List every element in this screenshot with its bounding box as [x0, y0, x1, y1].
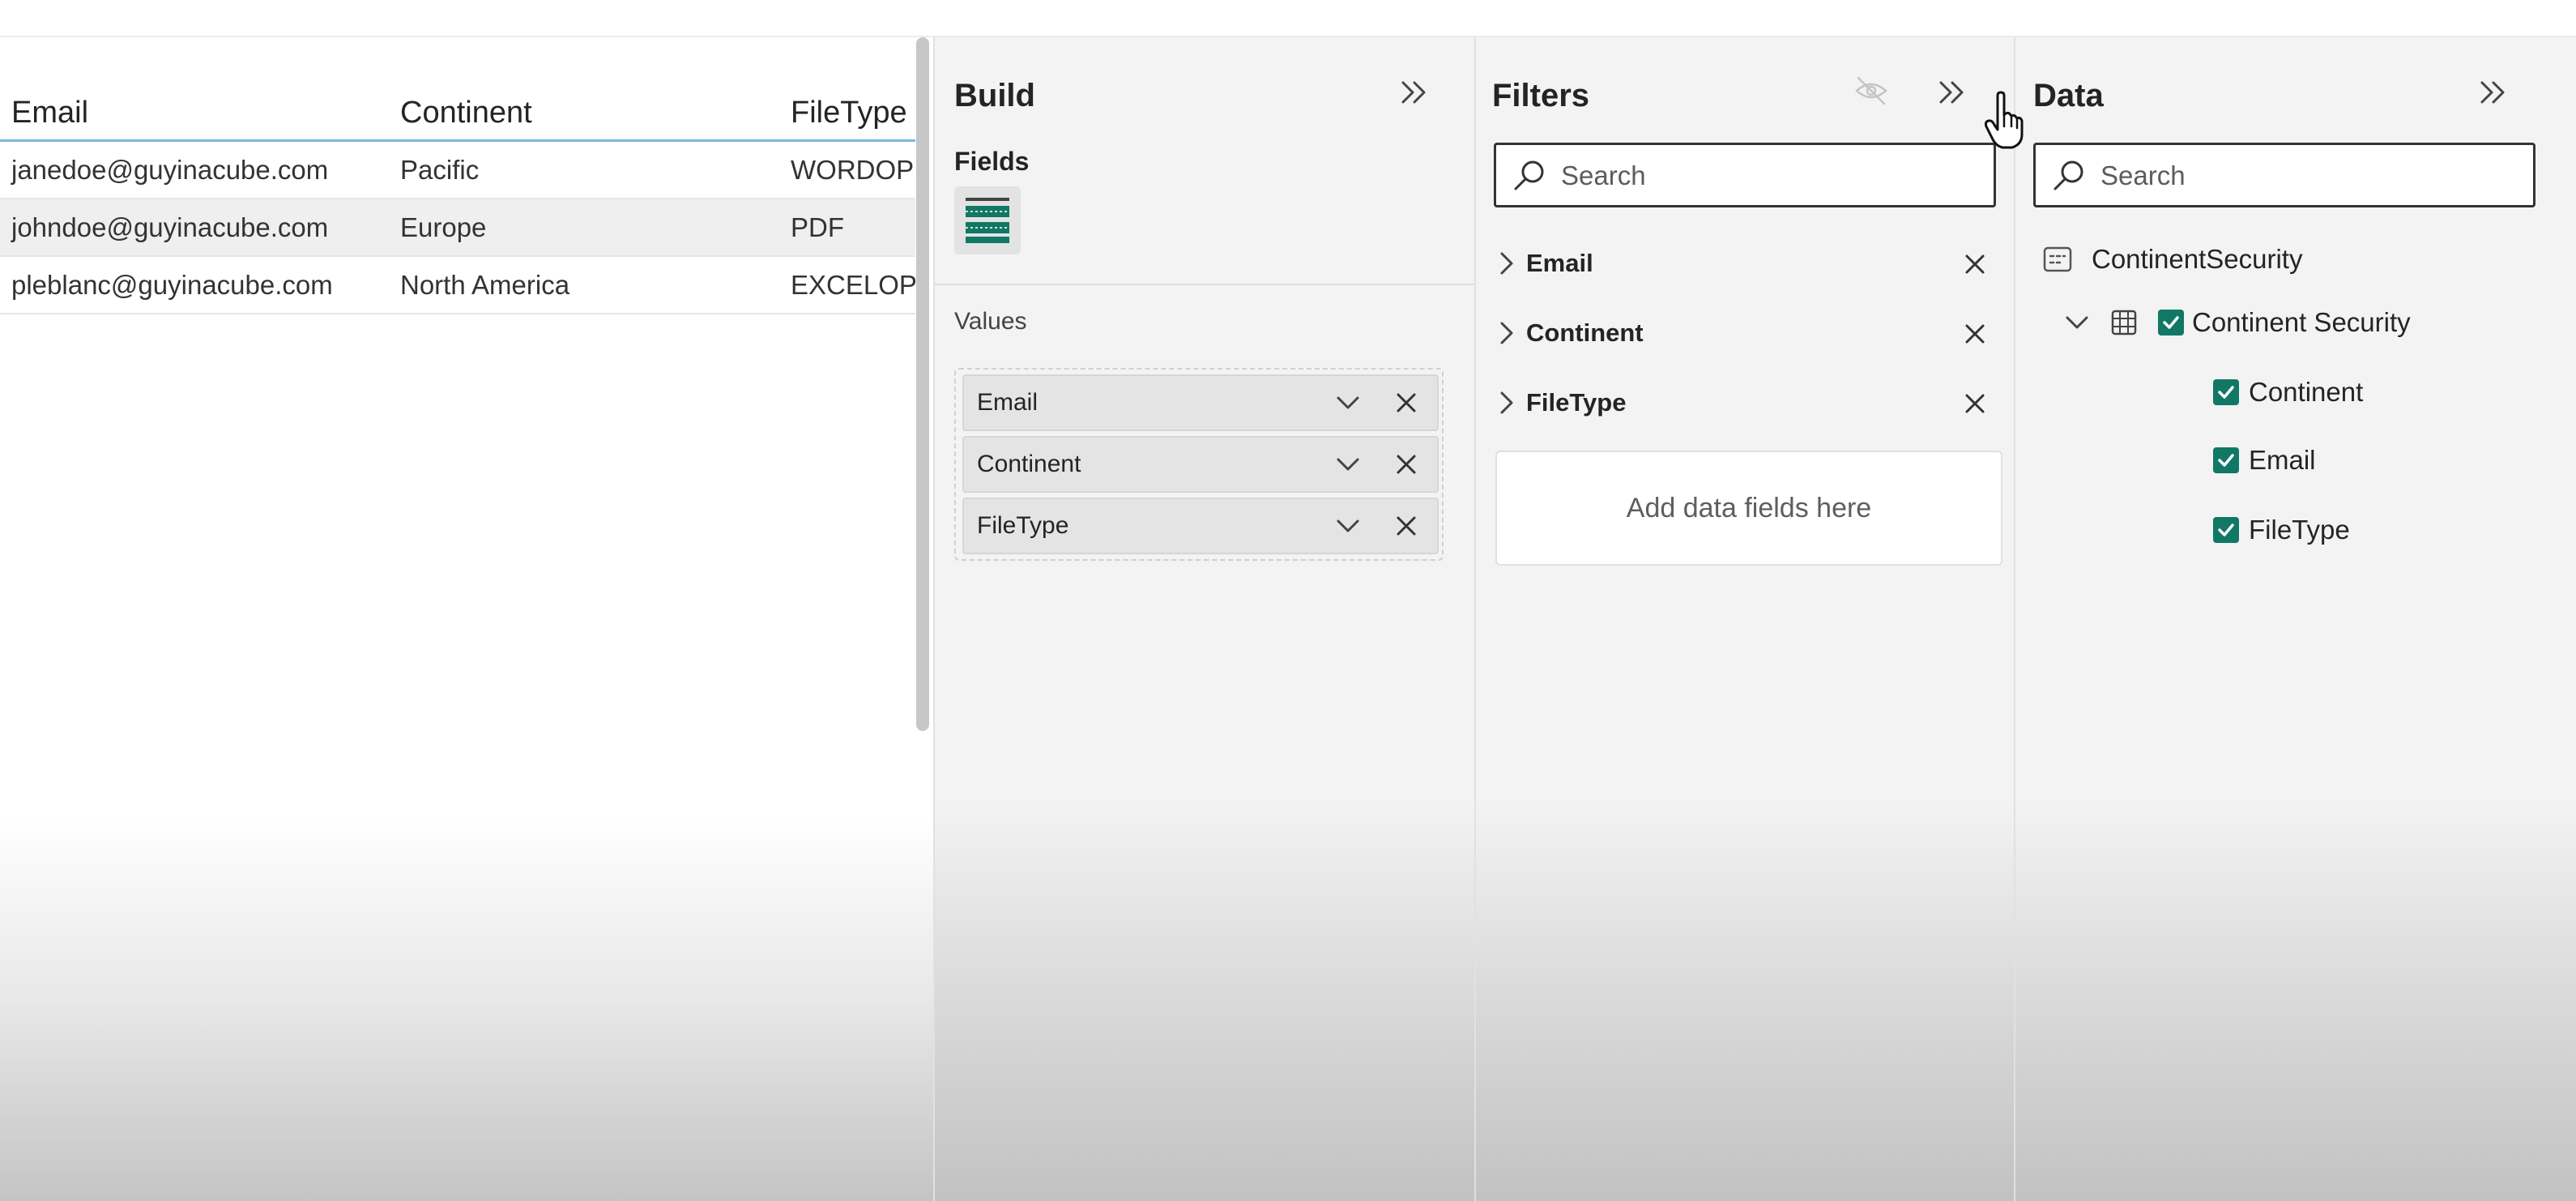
field-filetype[interactable]: FileType	[2249, 504, 2350, 556]
build-pane: Build Fields Values Email Continent File…	[933, 37, 1476, 1201]
cell-filetype: WORDOPDF	[791, 155, 915, 185]
search-icon	[1514, 160, 1544, 190]
checkbox-checked-icon[interactable]	[2213, 447, 2239, 473]
value-pill-label: FileType	[977, 512, 1069, 539]
checkbox-checked-icon[interactable]	[2213, 379, 2239, 405]
column-header-filetype[interactable]: FileType	[791, 86, 907, 139]
double-chevron-right-icon[interactable]	[2471, 70, 2516, 115]
filter-card-continent[interactable]: Continent	[1487, 305, 2002, 361]
data-search-box[interactable]	[2033, 143, 2535, 207]
build-title: Build	[954, 78, 1035, 113]
table-visual[interactable]: Email Continent FileType janedoe@guyinac…	[0, 86, 915, 314]
add-data-fields-dropzone[interactable]: Add data fields here	[1495, 451, 2002, 566]
chevron-right-icon[interactable]	[1492, 318, 1521, 348]
value-pill-filetype[interactable]: FileType	[962, 498, 1439, 554]
chevron-right-icon[interactable]	[1492, 249, 1521, 278]
canvas-scrollbar[interactable]	[916, 37, 929, 731]
values-label: Values	[954, 308, 1027, 335]
hand-cursor-icon	[1984, 91, 2024, 149]
divider	[935, 284, 1476, 285]
cell-filetype: EXCELOPDF	[791, 270, 915, 300]
cell-continent: Europe	[400, 212, 487, 242]
table-row[interactable]: pleblanc@guyinacube.com North America EX…	[0, 257, 915, 314]
value-pill-continent[interactable]: Continent	[962, 436, 1439, 493]
model-icon	[2043, 246, 2072, 272]
fields-label: Fields	[954, 147, 1030, 176]
data-title: Data	[2033, 78, 2104, 113]
checkbox-checked-icon[interactable]	[2158, 310, 2184, 336]
value-pill-email[interactable]: Email	[962, 374, 1439, 431]
table-visual-icon[interactable]	[954, 186, 1021, 254]
chevron-down-icon[interactable]	[1330, 385, 1366, 421]
cell-filetype: PDF	[791, 212, 844, 242]
report-canvas: Email Continent FileType janedoe@guyinac…	[0, 37, 933, 1201]
table-name[interactable]: Continent Security	[2192, 297, 2411, 348]
table-row[interactable]: johndoe@guyinacube.com Europe PDF	[0, 199, 915, 257]
filters-search-input[interactable]	[1559, 148, 1984, 203]
model-name[interactable]: ContinentSecurity	[2092, 233, 2302, 285]
values-well[interactable]: Email Continent FileType	[954, 368, 1444, 561]
filters-search-box[interactable]	[1494, 143, 1996, 207]
double-chevron-right-icon[interactable]	[1392, 70, 1437, 115]
eye-hidden-icon[interactable]	[1849, 68, 1894, 113]
checkbox-checked-icon[interactable]	[2213, 517, 2239, 543]
filter-card-label: FileType	[1526, 388, 1627, 417]
filters-title: Filters	[1492, 78, 1590, 113]
close-icon[interactable]	[1388, 447, 1424, 482]
chevron-down-icon[interactable]	[2059, 305, 2095, 340]
table-icon	[2111, 310, 2137, 336]
data-search-input[interactable]	[2099, 148, 2523, 203]
filter-card-label: Email	[1526, 249, 1593, 277]
value-pill-label: Continent	[977, 451, 1081, 477]
close-icon[interactable]	[1388, 385, 1424, 421]
close-icon[interactable]	[1957, 386, 1993, 421]
column-header-email[interactable]: Email	[11, 86, 88, 139]
close-icon[interactable]	[1957, 246, 1993, 282]
cell-continent: North America	[400, 270, 570, 300]
cell-email: johndoe@guyinacube.com	[11, 212, 329, 242]
data-pane: Data ContinentSecurity Continent Securit…	[2014, 37, 2576, 1201]
chevron-down-icon[interactable]	[1330, 508, 1366, 544]
filter-card-filetype[interactable]: FileType	[1487, 374, 2002, 431]
column-header-continent[interactable]: Continent	[400, 86, 532, 139]
double-chevron-right-icon[interactable]	[1930, 70, 1975, 115]
top-bar	[0, 0, 2576, 37]
close-icon[interactable]	[1388, 508, 1424, 544]
chevron-right-icon[interactable]	[1492, 388, 1521, 417]
filter-card-email[interactable]: Email	[1487, 235, 2002, 292]
table-header: Email Continent FileType	[0, 86, 915, 142]
search-icon	[2054, 160, 2083, 190]
field-email[interactable]: Email	[2249, 434, 2316, 486]
filter-card-label: Continent	[1526, 318, 1644, 347]
filters-pane: Filters Email Continent FileType Add dat…	[1474, 37, 2015, 1201]
cell-email: pleblanc@guyinacube.com	[11, 270, 333, 300]
field-continent[interactable]: Continent	[2249, 366, 2363, 418]
chevron-down-icon[interactable]	[1330, 447, 1366, 482]
cell-email: janedoe@guyinacube.com	[11, 155, 329, 185]
cell-continent: Pacific	[400, 155, 480, 185]
close-icon[interactable]	[1957, 316, 1993, 352]
table-row[interactable]: janedoe@guyinacube.com Pacific WORDOPDF	[0, 142, 915, 199]
value-pill-label: Email	[977, 389, 1039, 416]
